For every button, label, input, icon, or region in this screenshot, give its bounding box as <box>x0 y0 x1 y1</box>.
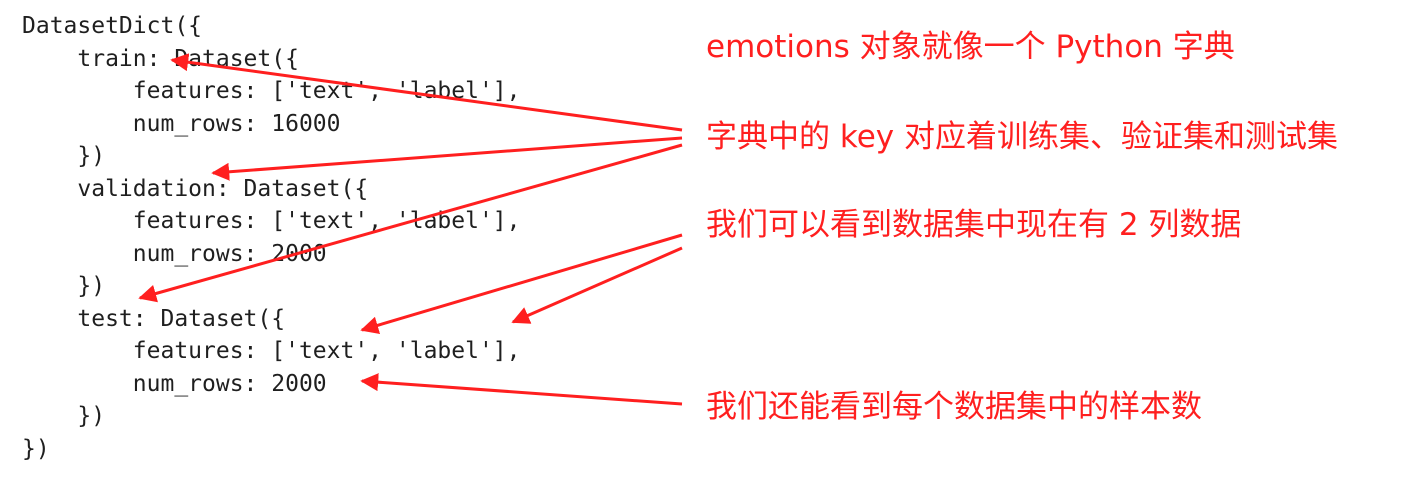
arrow-to-test <box>360 233 683 335</box>
arrow-to-train <box>170 53 683 132</box>
annotation-arrows <box>138 53 683 406</box>
arrow-to-test-closing <box>138 143 683 303</box>
arrow-to-num-rows <box>360 373 683 406</box>
arrow-to-validation <box>211 136 683 181</box>
